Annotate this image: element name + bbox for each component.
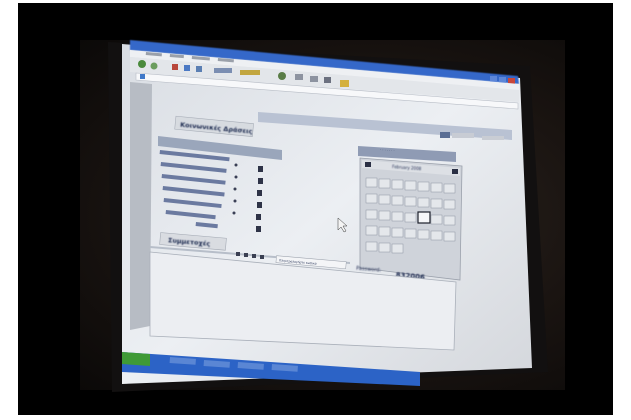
calendar-day[interactable]	[365, 225, 378, 236]
print-icon[interactable]	[310, 76, 318, 82]
calendar-day[interactable]	[391, 179, 404, 190]
calendar-day[interactable]	[417, 229, 430, 240]
home-icon[interactable]	[196, 66, 202, 72]
mail-icon[interactable]	[295, 74, 303, 80]
calendar-day[interactable]	[417, 197, 430, 208]
calendar-day[interactable]	[443, 183, 456, 194]
refresh-icon[interactable]	[184, 65, 190, 71]
calendar-day[interactable]	[443, 231, 456, 242]
page-left-strip	[130, 82, 152, 330]
calendar-day[interactable]	[391, 211, 404, 222]
edit-icon[interactable]	[324, 77, 331, 83]
calendar-day[interactable]	[365, 177, 378, 188]
login-go-button[interactable]	[452, 133, 474, 138]
calendar-day[interactable]	[417, 181, 430, 192]
forward-button[interactable]	[150, 62, 158, 70]
page-icon	[140, 74, 145, 79]
start-button[interactable]	[122, 352, 150, 366]
calendar-day[interactable]	[430, 230, 443, 241]
calendar-day[interactable]	[378, 242, 391, 253]
calendar-day[interactable]	[378, 194, 391, 205]
history-icon[interactable]	[278, 72, 286, 80]
calendar-day[interactable]	[378, 210, 391, 221]
calendar-day[interactable]	[430, 214, 443, 225]
edit-row-icon[interactable]	[258, 166, 263, 172]
tool-icon[interactable]	[236, 252, 240, 256]
edit-row-icon[interactable]	[258, 178, 263, 184]
tool-icon[interactable]	[260, 255, 264, 259]
edit-row-icon[interactable]	[256, 214, 261, 220]
calendar-day[interactable]	[404, 180, 417, 191]
calendar-day[interactable]	[404, 228, 417, 239]
edit-row-icon[interactable]	[256, 226, 261, 232]
favorites-icon[interactable]	[240, 70, 260, 75]
calendar-day-selected[interactable]	[417, 211, 431, 224]
stop-icon[interactable]	[172, 64, 178, 70]
calendar-day[interactable]	[443, 215, 456, 226]
tool-icon[interactable]	[244, 253, 248, 257]
calendar-prev-button[interactable]	[365, 162, 371, 167]
messenger-icon[interactable]	[340, 80, 349, 87]
calendar-day[interactable]	[391, 243, 404, 254]
calendar-day[interactable]	[378, 226, 391, 237]
calendar-day[interactable]	[404, 196, 417, 207]
calendar-day[interactable]	[378, 178, 391, 189]
help-link[interactable]	[482, 136, 504, 140]
calendar-day[interactable]	[430, 182, 443, 193]
back-button[interactable]	[138, 60, 146, 68]
calendar-widget: · · · · · · · February 2008	[358, 146, 463, 281]
calendar-day[interactable]	[365, 209, 378, 220]
tool-icon[interactable]	[252, 254, 256, 258]
login-field[interactable]	[440, 132, 450, 138]
monitor-photo: Κοινωνικές Δράσεις · · · · · · · Februar…	[108, 40, 548, 392]
calendar-next-button[interactable]	[452, 169, 458, 174]
calendar-day[interactable]	[430, 198, 443, 209]
edit-row-icon[interactable]	[257, 202, 262, 208]
calendar-day[interactable]	[391, 195, 404, 206]
search-icon[interactable]	[214, 68, 232, 73]
calendar-day[interactable]	[443, 199, 456, 210]
calendar-day[interactable]	[365, 241, 378, 252]
calendar-day[interactable]	[404, 212, 417, 223]
calendar-day[interactable]	[391, 227, 404, 238]
edit-row-icon[interactable]	[257, 190, 262, 196]
calendar-day[interactable]	[365, 193, 378, 204]
